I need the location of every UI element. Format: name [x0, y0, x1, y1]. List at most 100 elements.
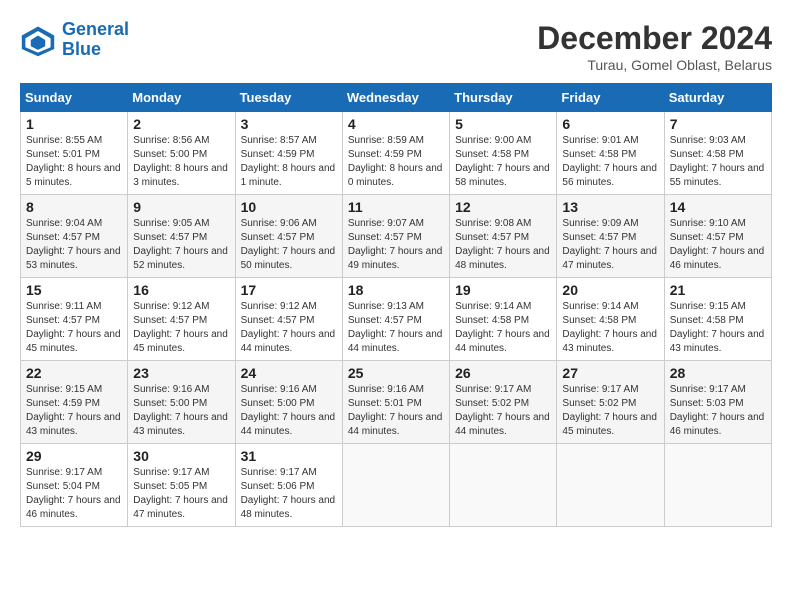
logo: General Blue	[20, 20, 129, 60]
day-info: Sunrise: 9:00 AM Sunset: 4:58 PM Dayligh…	[455, 134, 551, 190]
day-info: Sunrise: 9:07 AM Sunset: 4:57 PM Dayligh…	[348, 217, 444, 273]
day-number: 25	[348, 365, 444, 381]
table-row: 23 Sunrise: 9:16 AM Sunset: 5:00 PM Dayl…	[128, 361, 235, 444]
day-info: Sunrise: 9:13 AM Sunset: 4:57 PM Dayligh…	[348, 300, 444, 356]
day-number: 26	[455, 365, 551, 381]
calendar-table: Sunday Monday Tuesday Wednesday Thursday…	[20, 83, 772, 527]
day-number: 5	[455, 116, 551, 132]
table-row: 19 Sunrise: 9:14 AM Sunset: 4:58 PM Dayl…	[450, 278, 557, 361]
day-number: 1	[26, 116, 122, 132]
title-block: December 2024 Turau, Gomel Oblast, Belar…	[537, 20, 772, 73]
table-row: 20 Sunrise: 9:14 AM Sunset: 4:58 PM Dayl…	[557, 278, 664, 361]
day-number: 3	[241, 116, 337, 132]
table-row: 4 Sunrise: 8:59 AM Sunset: 4:59 PM Dayli…	[342, 112, 449, 195]
table-row: 28 Sunrise: 9:17 AM Sunset: 5:03 PM Dayl…	[664, 361, 771, 444]
calendar-week-row: 15 Sunrise: 9:11 AM Sunset: 4:57 PM Dayl…	[21, 278, 772, 361]
calendar-week-row: 22 Sunrise: 9:15 AM Sunset: 4:59 PM Dayl…	[21, 361, 772, 444]
day-number: 10	[241, 199, 337, 215]
day-number: 6	[562, 116, 658, 132]
day-number: 11	[348, 199, 444, 215]
table-row: 17 Sunrise: 9:12 AM Sunset: 4:57 PM Dayl…	[235, 278, 342, 361]
day-info: Sunrise: 9:09 AM Sunset: 4:57 PM Dayligh…	[562, 217, 658, 273]
day-info: Sunrise: 9:10 AM Sunset: 4:57 PM Dayligh…	[670, 217, 766, 273]
day-info: Sunrise: 8:55 AM Sunset: 5:01 PM Dayligh…	[26, 134, 122, 190]
day-number: 21	[670, 282, 766, 298]
table-row: 25 Sunrise: 9:16 AM Sunset: 5:01 PM Dayl…	[342, 361, 449, 444]
day-number: 19	[455, 282, 551, 298]
day-number: 20	[562, 282, 658, 298]
table-row: 3 Sunrise: 8:57 AM Sunset: 4:59 PM Dayli…	[235, 112, 342, 195]
table-row: 2 Sunrise: 8:56 AM Sunset: 5:00 PM Dayli…	[128, 112, 235, 195]
day-number: 2	[133, 116, 229, 132]
day-number: 30	[133, 448, 229, 464]
day-info: Sunrise: 8:57 AM Sunset: 4:59 PM Dayligh…	[241, 134, 337, 190]
day-info: Sunrise: 8:56 AM Sunset: 5:00 PM Dayligh…	[133, 134, 229, 190]
day-number: 18	[348, 282, 444, 298]
day-info: Sunrise: 9:01 AM Sunset: 4:58 PM Dayligh…	[562, 134, 658, 190]
day-number: 9	[133, 199, 229, 215]
day-number: 16	[133, 282, 229, 298]
day-number: 27	[562, 365, 658, 381]
day-info: Sunrise: 9:16 AM Sunset: 5:00 PM Dayligh…	[241, 383, 337, 439]
day-number: 7	[670, 116, 766, 132]
logo-icon	[20, 22, 56, 58]
day-info: Sunrise: 9:05 AM Sunset: 4:57 PM Dayligh…	[133, 217, 229, 273]
day-info: Sunrise: 9:08 AM Sunset: 4:57 PM Dayligh…	[455, 217, 551, 273]
table-row: 13 Sunrise: 9:09 AM Sunset: 4:57 PM Dayl…	[557, 195, 664, 278]
table-row: 18 Sunrise: 9:13 AM Sunset: 4:57 PM Dayl…	[342, 278, 449, 361]
table-row: 5 Sunrise: 9:00 AM Sunset: 4:58 PM Dayli…	[450, 112, 557, 195]
table-row: 11 Sunrise: 9:07 AM Sunset: 4:57 PM Dayl…	[342, 195, 449, 278]
calendar-week-row: 8 Sunrise: 9:04 AM Sunset: 4:57 PM Dayli…	[21, 195, 772, 278]
day-info: Sunrise: 9:14 AM Sunset: 4:58 PM Dayligh…	[562, 300, 658, 356]
col-monday: Monday	[128, 84, 235, 112]
day-info: Sunrise: 9:16 AM Sunset: 5:01 PM Dayligh…	[348, 383, 444, 439]
table-row: 1 Sunrise: 8:55 AM Sunset: 5:01 PM Dayli…	[21, 112, 128, 195]
table-row: 9 Sunrise: 9:05 AM Sunset: 4:57 PM Dayli…	[128, 195, 235, 278]
day-info: Sunrise: 9:04 AM Sunset: 4:57 PM Dayligh…	[26, 217, 122, 273]
table-row: 10 Sunrise: 9:06 AM Sunset: 4:57 PM Dayl…	[235, 195, 342, 278]
day-info: Sunrise: 9:14 AM Sunset: 4:58 PM Dayligh…	[455, 300, 551, 356]
col-sunday: Sunday	[21, 84, 128, 112]
day-info: Sunrise: 9:12 AM Sunset: 4:57 PM Dayligh…	[241, 300, 337, 356]
table-row: 7 Sunrise: 9:03 AM Sunset: 4:58 PM Dayli…	[664, 112, 771, 195]
logo-text: General Blue	[62, 20, 129, 60]
day-info: Sunrise: 9:17 AM Sunset: 5:02 PM Dayligh…	[562, 383, 658, 439]
day-info: Sunrise: 9:11 AM Sunset: 4:57 PM Dayligh…	[26, 300, 122, 356]
day-number: 23	[133, 365, 229, 381]
day-info: Sunrise: 9:17 AM Sunset: 5:02 PM Dayligh…	[455, 383, 551, 439]
day-number: 24	[241, 365, 337, 381]
day-number: 22	[26, 365, 122, 381]
day-info: Sunrise: 9:03 AM Sunset: 4:58 PM Dayligh…	[670, 134, 766, 190]
day-number: 12	[455, 199, 551, 215]
table-row	[342, 444, 449, 527]
col-friday: Friday	[557, 84, 664, 112]
day-info: Sunrise: 9:17 AM Sunset: 5:05 PM Dayligh…	[133, 466, 229, 522]
col-tuesday: Tuesday	[235, 84, 342, 112]
table-row: 15 Sunrise: 9:11 AM Sunset: 4:57 PM Dayl…	[21, 278, 128, 361]
table-row: 24 Sunrise: 9:16 AM Sunset: 5:00 PM Dayl…	[235, 361, 342, 444]
day-info: Sunrise: 9:12 AM Sunset: 4:57 PM Dayligh…	[133, 300, 229, 356]
table-row: 31 Sunrise: 9:17 AM Sunset: 5:06 PM Dayl…	[235, 444, 342, 527]
table-row: 26 Sunrise: 9:17 AM Sunset: 5:02 PM Dayl…	[450, 361, 557, 444]
logo-line1: General	[62, 19, 129, 39]
day-number: 17	[241, 282, 337, 298]
logo-line2: Blue	[62, 40, 129, 60]
day-number: 13	[562, 199, 658, 215]
calendar-header-row: Sunday Monday Tuesday Wednesday Thursday…	[21, 84, 772, 112]
day-info: Sunrise: 9:17 AM Sunset: 5:06 PM Dayligh…	[241, 466, 337, 522]
day-info: Sunrise: 9:17 AM Sunset: 5:03 PM Dayligh…	[670, 383, 766, 439]
table-row: 14 Sunrise: 9:10 AM Sunset: 4:57 PM Dayl…	[664, 195, 771, 278]
calendar-week-row: 29 Sunrise: 9:17 AM Sunset: 5:04 PM Dayl…	[21, 444, 772, 527]
col-wednesday: Wednesday	[342, 84, 449, 112]
day-number: 8	[26, 199, 122, 215]
table-row: 30 Sunrise: 9:17 AM Sunset: 5:05 PM Dayl…	[128, 444, 235, 527]
page-header: General Blue December 2024 Turau, Gomel …	[20, 20, 772, 73]
table-row: 27 Sunrise: 9:17 AM Sunset: 5:02 PM Dayl…	[557, 361, 664, 444]
table-row	[450, 444, 557, 527]
table-row	[557, 444, 664, 527]
table-row: 16 Sunrise: 9:12 AM Sunset: 4:57 PM Dayl…	[128, 278, 235, 361]
day-number: 15	[26, 282, 122, 298]
day-number: 14	[670, 199, 766, 215]
day-number: 28	[670, 365, 766, 381]
month-title: December 2024	[537, 20, 772, 57]
